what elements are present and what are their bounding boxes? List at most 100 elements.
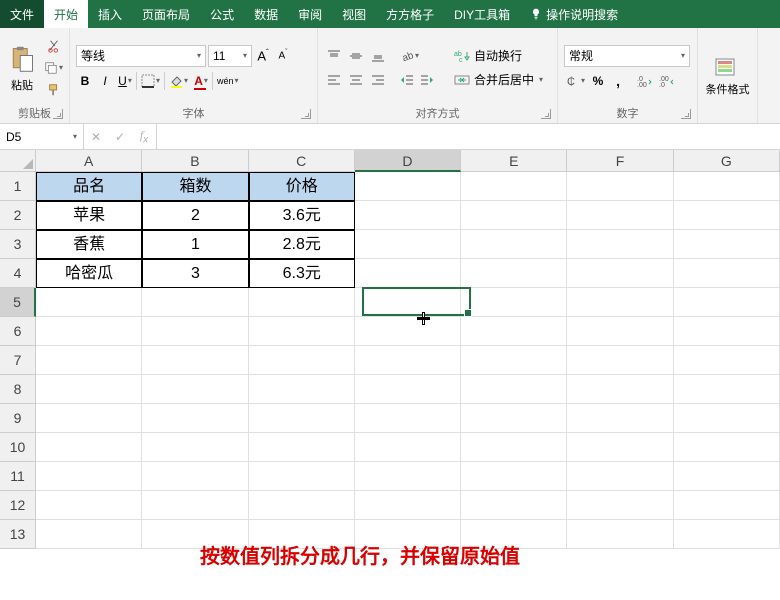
cell[interactable] bbox=[142, 346, 248, 375]
cell[interactable] bbox=[461, 259, 567, 288]
cell[interactable] bbox=[249, 288, 355, 317]
column-header[interactable]: F bbox=[567, 150, 673, 172]
cell[interactable] bbox=[249, 433, 355, 462]
cell[interactable] bbox=[355, 404, 461, 433]
cell[interactable] bbox=[461, 491, 567, 520]
cell[interactable] bbox=[567, 230, 673, 259]
comma-button[interactable]: , bbox=[609, 71, 627, 91]
bold-button[interactable]: B bbox=[76, 71, 94, 91]
align-middle-button[interactable] bbox=[346, 46, 366, 66]
cell[interactable]: 2.8元 bbox=[249, 230, 355, 259]
cell[interactable] bbox=[461, 230, 567, 259]
cell[interactable] bbox=[461, 172, 567, 201]
cell[interactable] bbox=[567, 433, 673, 462]
cell[interactable] bbox=[142, 404, 248, 433]
cell[interactable]: 3 bbox=[142, 259, 248, 288]
align-right-button[interactable] bbox=[368, 70, 388, 90]
spreadsheet-grid[interactable]: ABCDEFG 12345678910111213 品名箱数价格苹果23.6元香… bbox=[0, 150, 780, 600]
cell[interactable] bbox=[36, 317, 142, 346]
format-painter-button[interactable] bbox=[42, 80, 65, 100]
cell[interactable] bbox=[355, 172, 461, 201]
insert-function-button[interactable]: fx bbox=[132, 128, 156, 145]
align-left-button[interactable] bbox=[324, 70, 344, 90]
cell[interactable] bbox=[249, 462, 355, 491]
cell[interactable] bbox=[36, 433, 142, 462]
cell[interactable] bbox=[461, 346, 567, 375]
align-top-button[interactable] bbox=[324, 46, 344, 66]
tab-layout[interactable]: 页面布局 bbox=[132, 0, 200, 28]
cell[interactable] bbox=[567, 520, 673, 549]
cell[interactable] bbox=[674, 491, 780, 520]
row-header[interactable]: 11 bbox=[0, 462, 36, 491]
row-header[interactable]: 13 bbox=[0, 520, 36, 549]
cell[interactable] bbox=[142, 317, 248, 346]
cell[interactable] bbox=[36, 462, 142, 491]
cell[interactable] bbox=[674, 317, 780, 346]
font-size-combo[interactable]: 11▾ bbox=[208, 45, 252, 67]
cell[interactable] bbox=[142, 491, 248, 520]
percent-button[interactable]: % bbox=[589, 71, 607, 91]
align-center-button[interactable] bbox=[346, 70, 366, 90]
cell[interactable] bbox=[355, 491, 461, 520]
cell[interactable] bbox=[249, 491, 355, 520]
tab-search[interactable]: 操作说明搜索 bbox=[520, 0, 628, 28]
cell[interactable] bbox=[674, 230, 780, 259]
font-name-combo[interactable]: 等线▾ bbox=[76, 45, 206, 67]
cell[interactable] bbox=[36, 288, 142, 317]
row-header[interactable]: 6 bbox=[0, 317, 36, 346]
orientation-button[interactable]: ab▾ bbox=[398, 46, 421, 66]
increase-decimal-button[interactable]: .0.00 bbox=[635, 71, 655, 91]
cell[interactable]: 苹果 bbox=[36, 201, 142, 230]
cell[interactable]: 3.6元 bbox=[249, 201, 355, 230]
cell[interactable] bbox=[142, 462, 248, 491]
row-header[interactable]: 8 bbox=[0, 375, 36, 404]
name-box[interactable]: D5▾ bbox=[0, 124, 84, 149]
number-launcher[interactable] bbox=[681, 109, 691, 119]
cell[interactable] bbox=[461, 201, 567, 230]
clipboard-launcher[interactable] bbox=[53, 109, 63, 119]
cut-button[interactable] bbox=[42, 36, 65, 56]
cell[interactable] bbox=[36, 404, 142, 433]
cell[interactable]: 品名 bbox=[36, 172, 142, 201]
cell[interactable] bbox=[249, 404, 355, 433]
font-launcher[interactable] bbox=[301, 109, 311, 119]
cell[interactable] bbox=[674, 259, 780, 288]
tab-insert[interactable]: 插入 bbox=[88, 0, 132, 28]
cell[interactable] bbox=[674, 433, 780, 462]
cell[interactable] bbox=[355, 375, 461, 404]
formula-input[interactable] bbox=[157, 124, 780, 149]
cell[interactable]: 6.3元 bbox=[249, 259, 355, 288]
wrap-text-button[interactable]: abc 自动换行 bbox=[452, 46, 562, 66]
tab-file[interactable]: 文件 bbox=[0, 0, 44, 28]
underline-button[interactable]: U▾ bbox=[116, 71, 134, 91]
column-header[interactable]: D bbox=[355, 150, 461, 172]
cell[interactable] bbox=[355, 259, 461, 288]
column-header[interactable]: E bbox=[461, 150, 567, 172]
cell[interactable] bbox=[567, 259, 673, 288]
paste-button[interactable] bbox=[6, 43, 38, 75]
cell[interactable] bbox=[674, 375, 780, 404]
cell[interactable] bbox=[355, 201, 461, 230]
row-header[interactable]: 9 bbox=[0, 404, 36, 433]
cell[interactable] bbox=[461, 317, 567, 346]
cond-format-button[interactable]: 条件格式 bbox=[706, 85, 750, 96]
cell[interactable] bbox=[674, 288, 780, 317]
fill-color-button[interactable]: ▾ bbox=[167, 71, 190, 91]
column-header[interactable]: B bbox=[142, 150, 248, 172]
cell[interactable] bbox=[567, 346, 673, 375]
cell[interactable] bbox=[36, 520, 142, 549]
phonetic-button[interactable]: wén▾ bbox=[215, 71, 241, 91]
cell[interactable] bbox=[355, 317, 461, 346]
cell[interactable] bbox=[36, 375, 142, 404]
cell[interactable]: 箱数 bbox=[142, 172, 248, 201]
cell[interactable] bbox=[461, 433, 567, 462]
align-launcher[interactable] bbox=[541, 109, 551, 119]
cell[interactable] bbox=[249, 346, 355, 375]
cell[interactable] bbox=[567, 317, 673, 346]
cell[interactable] bbox=[567, 375, 673, 404]
cell[interactable] bbox=[355, 346, 461, 375]
tab-review[interactable]: 审阅 bbox=[288, 0, 332, 28]
font-color-button[interactable]: A▾ bbox=[192, 71, 210, 91]
cell[interactable] bbox=[567, 172, 673, 201]
row-header[interactable]: 2 bbox=[0, 201, 36, 230]
